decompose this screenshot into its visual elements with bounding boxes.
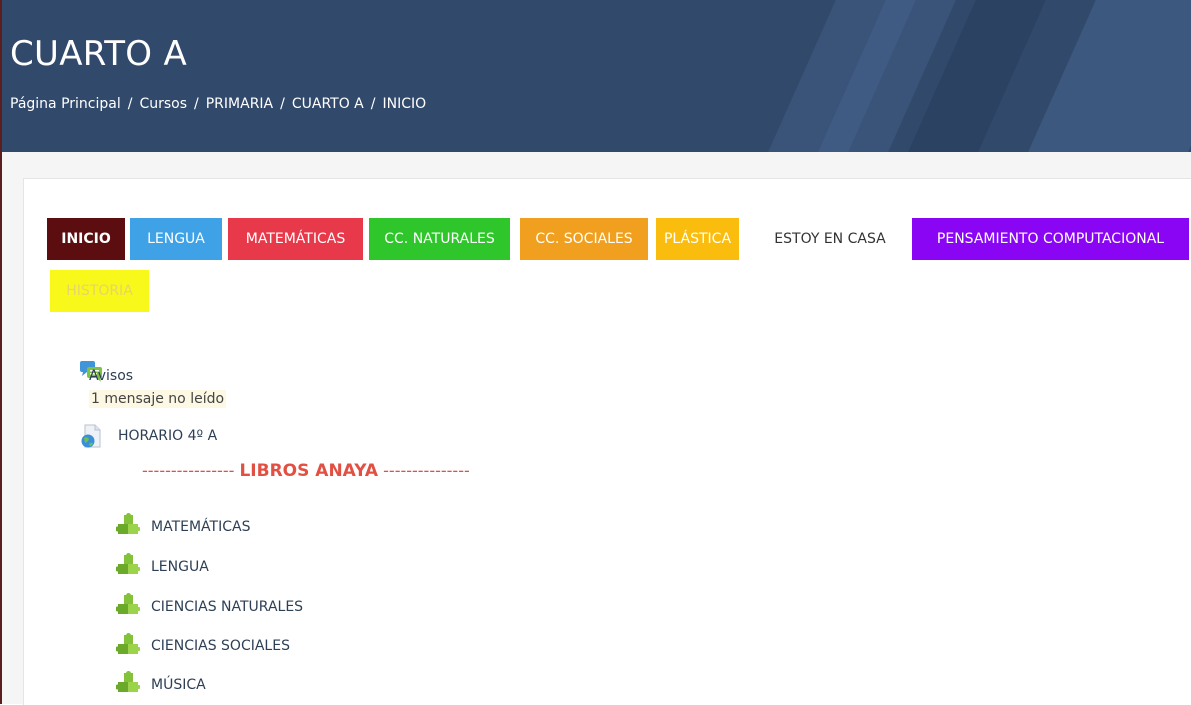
page-header: CUARTO A Página Principal / Cursos / PRIMARI… [2, 0, 1191, 152]
book-link[interactable]: MATEMÁTICAS [151, 519, 250, 535]
book-link[interactable]: CIENCIAS NATURALES [151, 599, 303, 615]
tab-cc-naturales[interactable]: CC. NATURALES [369, 218, 510, 260]
section-heading-prefix: ---------------- [142, 461, 235, 480]
page-title: CUARTO A [10, 34, 188, 74]
puzzle-icon [116, 513, 140, 534]
tab-plastica[interactable]: PLÁSTICA [656, 218, 739, 260]
unread-messages-link[interactable]: 1 mensaje no leído [89, 390, 227, 408]
tab-estoy-en-casa[interactable]: ESTOY EN CASA [751, 218, 909, 260]
tab-inicio[interactable]: INICIO [47, 218, 125, 260]
puzzle-icon [116, 593, 140, 614]
activity-avisos-link[interactable]: Avisos [89, 368, 133, 384]
section-heading-suffix: --------------- [383, 461, 470, 480]
activity-horario-link[interactable]: HORARIO 4º A [118, 428, 217, 444]
breadcrumb-separator: / [280, 96, 285, 112]
tab-pensamiento-computacional[interactable]: PENSAMIENTO COMPUTACIONAL [912, 218, 1189, 260]
breadcrumb-courses[interactable]: Cursos [139, 96, 187, 112]
breadcrumb: Página Principal / Cursos / PRIMARIA / CUARTO … [10, 96, 426, 112]
url-icon [81, 424, 101, 448]
breadcrumb-separator: / [370, 96, 376, 112]
puzzle-icon [116, 671, 140, 692]
tab-cc-sociales[interactable]: CC. SOCIALES [520, 218, 648, 260]
tab-historia[interactable]: HISTORIA [50, 270, 149, 312]
book-link[interactable]: CIENCIAS SOCIALES [151, 638, 290, 654]
puzzle-icon [116, 553, 140, 574]
breadcrumb-section[interactable]: INICIO [382, 96, 426, 112]
breadcrumb-course[interactable]: CUARTO A [292, 96, 364, 112]
breadcrumb-primaria[interactable]: PRIMARIA [206, 96, 273, 112]
book-link[interactable]: LENGUA [151, 559, 209, 575]
puzzle-icon [116, 633, 140, 654]
breadcrumb-home[interactable]: Página Principal [10, 96, 121, 112]
section-heading-libros-anaya: ---------------- LIBROS ANAYA ----------… [142, 461, 470, 481]
breadcrumb-separator: / [194, 96, 199, 112]
section-heading-label: LIBROS ANAYA [239, 461, 379, 481]
book-link[interactable]: MÚSICA [151, 677, 206, 693]
breadcrumb-separator: / [127, 96, 133, 112]
header-decoration [1028, 0, 1191, 152]
tab-matematicas[interactable]: MATEMÁTICAS [228, 218, 363, 260]
tab-lengua[interactable]: LENGUA [130, 218, 222, 260]
